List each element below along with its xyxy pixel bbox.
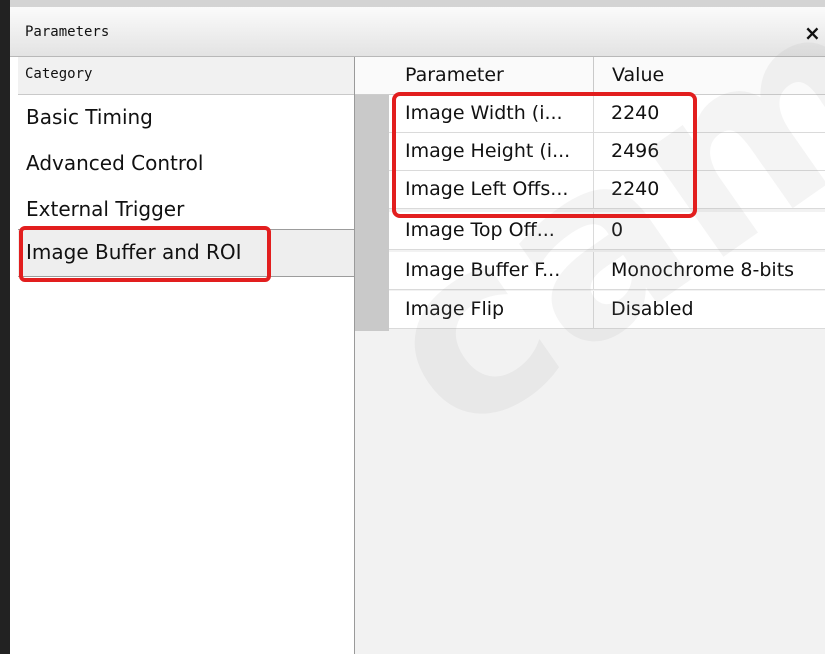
category-panel: Category Basic Timing Advanced Control E… — [18, 57, 355, 654]
row-header-strip — [355, 95, 389, 331]
category-item-advanced-control[interactable]: Advanced Control — [18, 141, 354, 187]
highlight-box-parameters — [392, 92, 697, 218]
category-header-label: Category — [25, 66, 93, 82]
window-title: Parameters — [25, 24, 110, 40]
parameter-name: Image Flip — [405, 298, 505, 320]
parameter-value[interactable]: Disabled — [611, 298, 694, 320]
parameter-name: Image Top Off... — [405, 219, 555, 241]
cell-divider — [593, 252, 594, 290]
column-header-value[interactable]: Value — [612, 64, 664, 86]
column-divider[interactable] — [593, 57, 594, 94]
window-top-frame — [10, 0, 825, 7]
column-header-parameter[interactable]: Parameter — [405, 64, 504, 86]
grid-row-image-flip[interactable]: Image Flip Disabled — [389, 291, 825, 329]
category-item-label: External Trigger — [26, 197, 185, 221]
grid-header: Parameter Value — [355, 57, 825, 95]
grid-row-image-buffer-format[interactable]: Image Buffer F... Monochrome 8-bits — [389, 252, 825, 290]
close-icon[interactable]: × — [804, 21, 821, 45]
window-left-frame — [0, 0, 10, 654]
parameter-value[interactable]: 0 — [611, 219, 623, 241]
cell-divider — [593, 291, 594, 329]
title-bar: Parameters × — [10, 7, 825, 57]
highlight-box-category — [19, 226, 271, 282]
category-header: Category — [18, 57, 354, 95]
parameter-value[interactable]: Monochrome 8-bits — [611, 259, 794, 281]
category-item-label: Advanced Control — [26, 151, 204, 175]
category-item-basic-timing[interactable]: Basic Timing — [18, 95, 354, 141]
category-item-label: Basic Timing — [26, 105, 153, 129]
parameter-name: Image Buffer F... — [405, 259, 561, 281]
